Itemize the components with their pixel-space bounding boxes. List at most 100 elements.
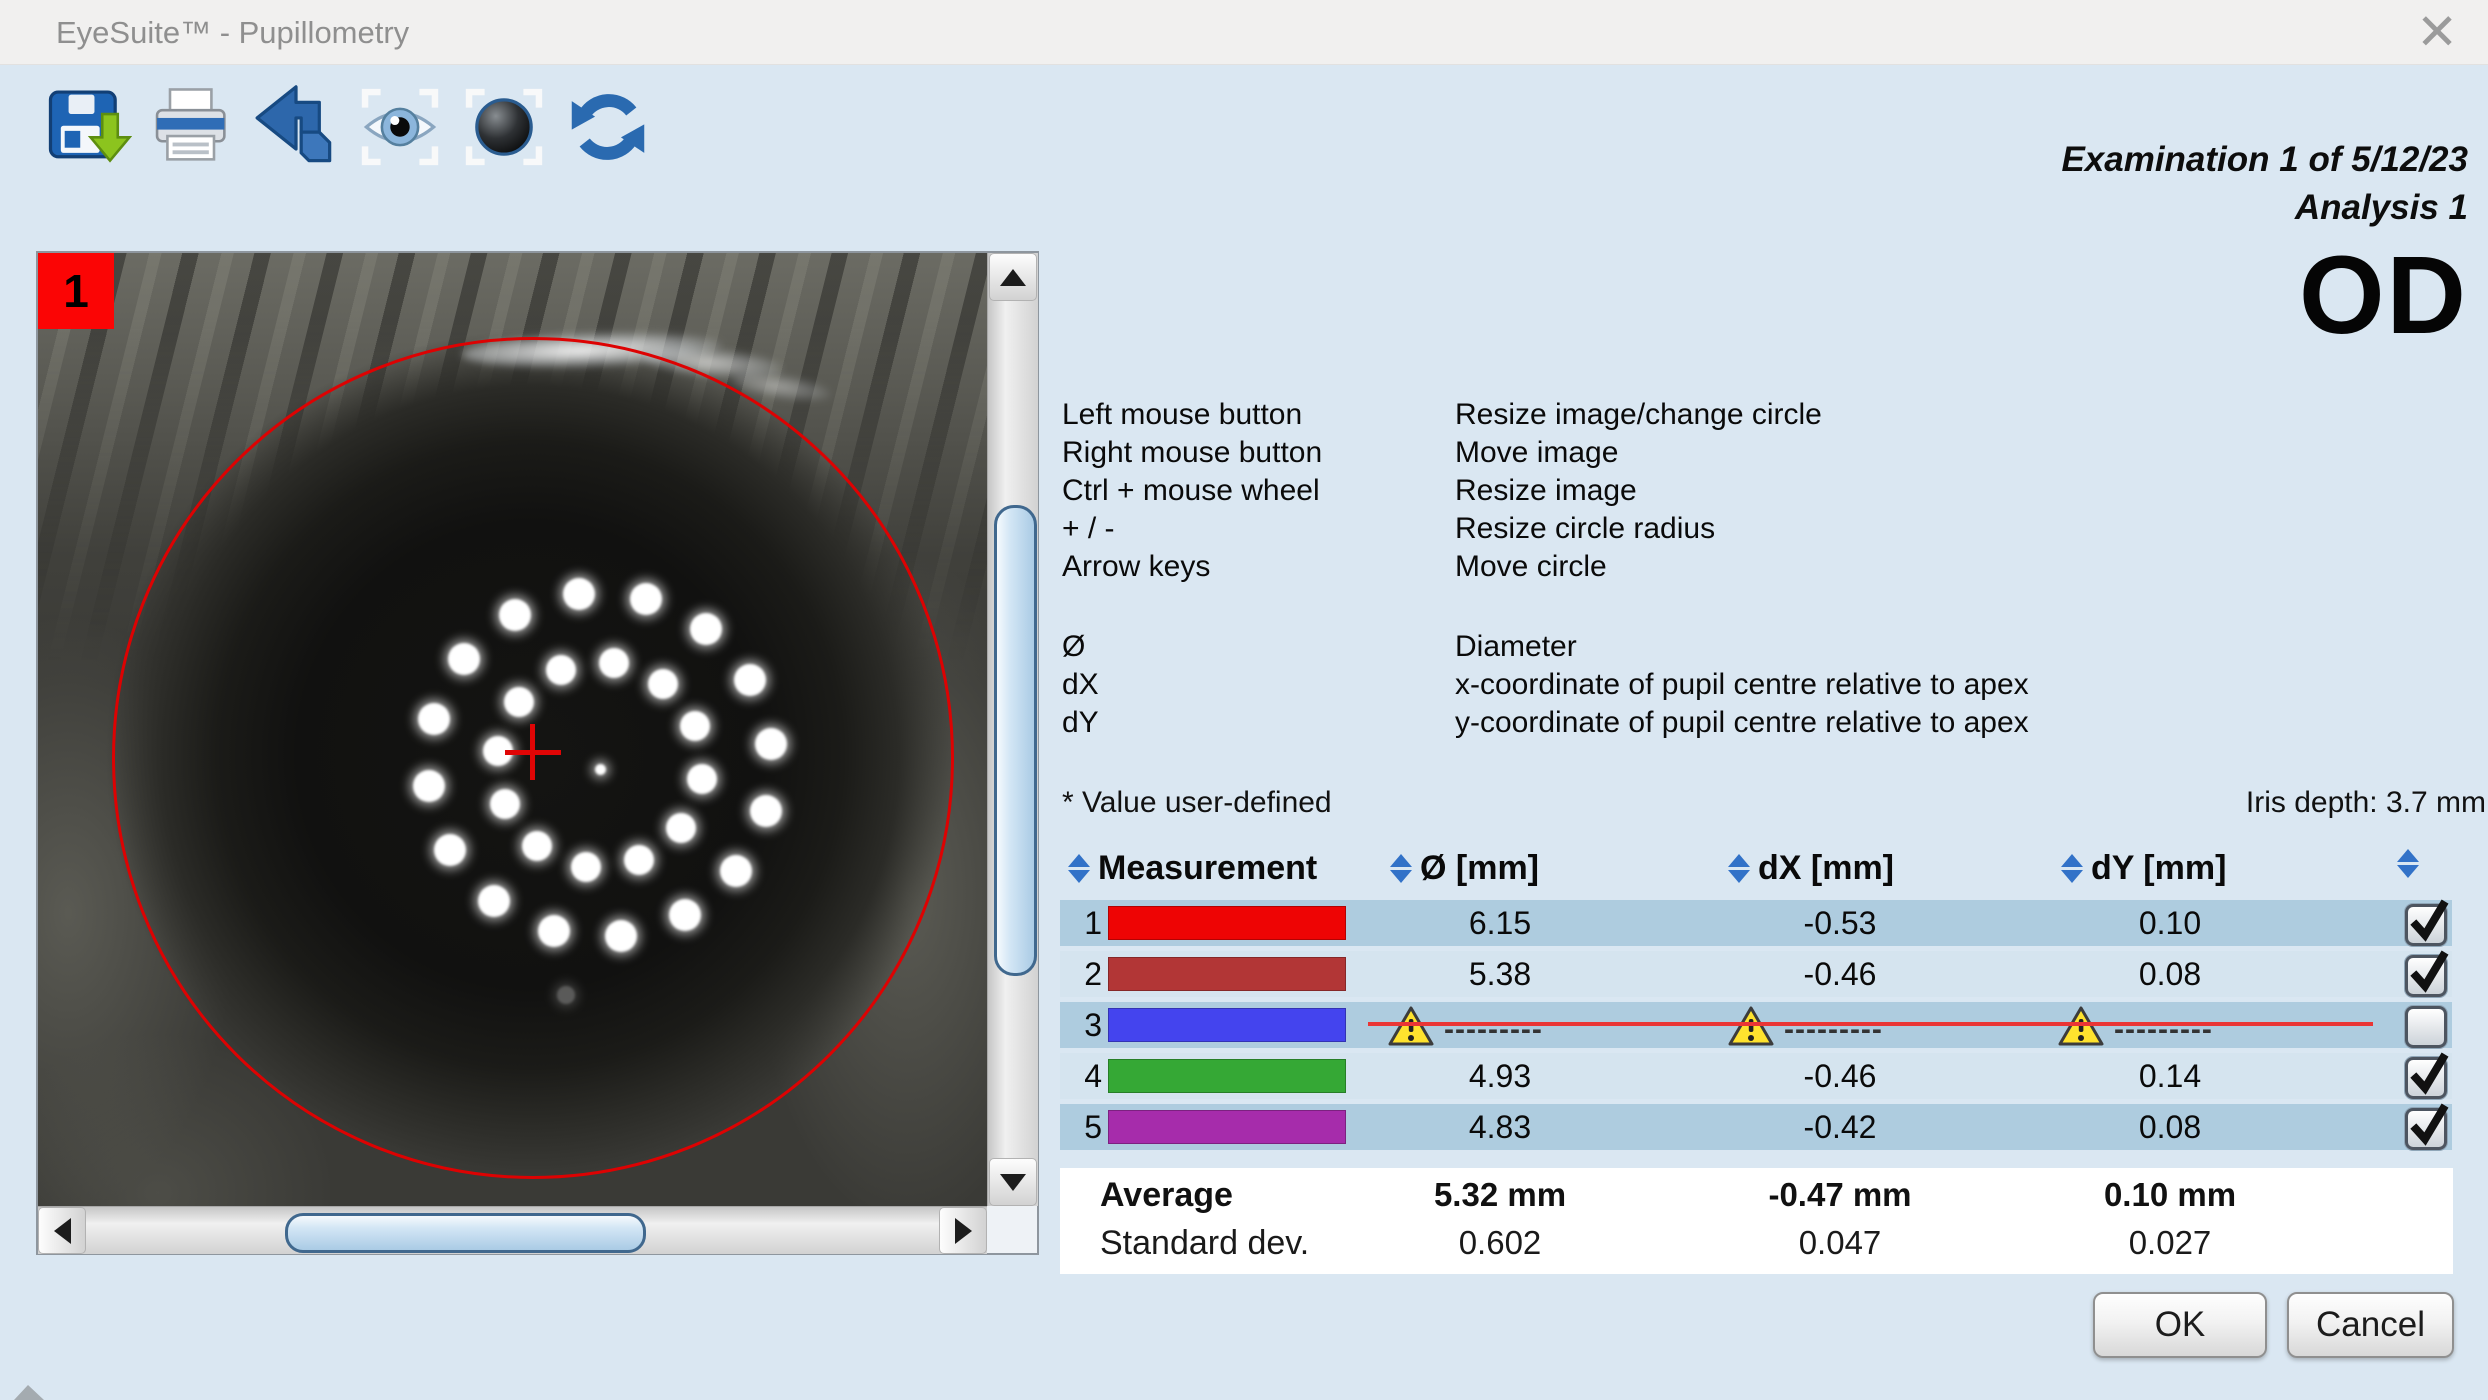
pupil-detect-button[interactable] — [460, 82, 548, 176]
check-mark-icon — [2410, 1099, 2450, 1143]
scroll-down-button[interactable] — [989, 1158, 1037, 1206]
arrow-down-icon — [1000, 1174, 1026, 1191]
help-action: Resize image/change circle — [1455, 398, 1822, 432]
column-header-selected[interactable] — [2397, 849, 2419, 878]
column-header-dy[interactable]: dY [mm] — [2061, 849, 2226, 888]
include-checkbox[interactable] — [2405, 1108, 2447, 1150]
column-header-dx[interactable]: dX [mm] — [1728, 849, 1894, 888]
led-dot — [557, 986, 575, 1004]
eye-side-label: OD — [2299, 246, 2468, 346]
sort-icon[interactable] — [2397, 849, 2419, 878]
include-checkbox[interactable] — [2405, 1006, 2447, 1048]
help-control: Arrow keys — [1062, 550, 1210, 584]
measurement-row[interactable]: 16.15-0.530.10 — [1060, 900, 2452, 946]
excluded-strikethrough — [1368, 1022, 2373, 1026]
horizontal-scrollbar[interactable] — [38, 1206, 987, 1254]
sort-icon[interactable] — [1068, 854, 1090, 883]
measurement-color-cell — [1108, 1008, 1346, 1042]
image-number-badge: 1 — [38, 253, 114, 329]
row-number: 5 — [1060, 1104, 1102, 1150]
print-button[interactable] — [148, 82, 236, 176]
vertical-scrollbar[interactable] — [987, 253, 1038, 1206]
stddev-dy: 0.027 — [2050, 1224, 2290, 1262]
measurement-row[interactable]: 44.93-0.460.14 — [1060, 1053, 2452, 1099]
exam-header: Examination 1 of 5/12/23 Analysis 1 OD — [2061, 136, 2468, 346]
diameter-value: 5.38 — [1380, 951, 1620, 997]
eye-detect-button[interactable] — [356, 82, 444, 176]
undo-button[interactable] — [252, 82, 340, 176]
stddev-dx: 0.047 — [1720, 1224, 1960, 1262]
refresh-icon — [564, 83, 652, 176]
measurement-row[interactable]: 25.38-0.460.08 — [1060, 951, 2452, 997]
vertical-scroll-thumb[interactable] — [994, 505, 1037, 976]
analysis-label: Analysis 1 — [2295, 184, 2468, 232]
header-label: dY [mm] — [2091, 849, 2226, 888]
close-icon[interactable]: ✕ — [2416, 2, 2458, 62]
header-label: Measurement — [1098, 849, 1317, 888]
include-checkbox[interactable] — [2405, 904, 2447, 946]
legend-symbol: dX — [1062, 668, 1099, 702]
dy-value: 0.08 — [2050, 1104, 2290, 1150]
warning-icon — [1388, 1005, 1434, 1047]
average-diameter: 5.32 mm — [1380, 1176, 1620, 1214]
help-control: + / - — [1062, 512, 1115, 546]
horizontal-scroll-thumb[interactable] — [285, 1213, 646, 1253]
warning-icon — [1728, 1005, 1774, 1047]
led-dot — [720, 855, 752, 887]
column-header-diameter[interactable]: Ø [mm] — [1390, 849, 1539, 888]
mouse-help-block: Left mouse buttonResize image/change cir… — [1062, 398, 2462, 588]
help-action: Resize circle radius — [1455, 512, 1715, 546]
header-label: Ø [mm] — [1420, 849, 1539, 888]
measurement-color-cell — [1108, 1110, 1346, 1144]
examination-label: Examination 1 of 5/12/23 — [2061, 136, 2468, 184]
row-number: 3 — [1060, 1002, 1102, 1048]
pupil-icon — [460, 83, 548, 176]
measurement-color-bar — [1108, 1110, 1346, 1144]
led-dot — [538, 915, 570, 947]
arrow-left-icon — [54, 1218, 71, 1244]
table-body: 16.15-0.530.1025.38-0.460.083-----------… — [1060, 900, 2452, 1150]
ok-button[interactable]: OK — [2093, 1292, 2267, 1358]
eye-icon — [356, 83, 444, 176]
stddev-diameter: 0.602 — [1380, 1224, 1620, 1262]
row-number: 2 — [1060, 951, 1102, 997]
symbol-legend: ØDiameter dXx-coordinate of pupil centre… — [1062, 630, 2462, 744]
legend-description: Diameter — [1455, 630, 1577, 664]
column-header-measurement[interactable]: Measurement — [1068, 849, 1317, 888]
led-dot — [605, 920, 637, 952]
led-dot — [669, 899, 701, 931]
legend-symbol: dY — [1062, 706, 1099, 740]
sort-icon[interactable] — [1390, 854, 1412, 883]
include-checkbox[interactable] — [2405, 1057, 2447, 1099]
led-dot — [478, 885, 510, 917]
legend-description: x-coordinate of pupil centre relative to… — [1455, 668, 2029, 702]
measurement-row[interactable]: 54.83-0.420.08 — [1060, 1104, 2452, 1150]
scroll-right-button[interactable] — [939, 1207, 987, 1254]
led-dot — [504, 687, 534, 717]
led-dot — [630, 583, 662, 615]
stddev-label: Standard dev. — [1100, 1224, 1309, 1263]
sort-icon[interactable] — [2061, 854, 2083, 883]
led-dot — [522, 831, 552, 861]
scroll-left-button[interactable] — [38, 1207, 86, 1254]
eye-image[interactable]: 1 — [38, 253, 987, 1206]
led-dot — [546, 655, 576, 685]
cancel-button[interactable]: Cancel — [2287, 1292, 2454, 1358]
stddev-row: Standard dev. 0.602 0.047 0.027 — [1060, 1216, 2453, 1264]
summary-panel: Average 5.32 mm -0.47 mm 0.10 mm Standar… — [1060, 1168, 2453, 1274]
led-dot — [595, 764, 606, 775]
reset-button[interactable] — [564, 82, 652, 176]
measurement-row[interactable]: 3--------------------------- — [1060, 1002, 2452, 1048]
dx-value: -0.42 — [1720, 1104, 1960, 1150]
scroll-up-button[interactable] — [989, 253, 1037, 301]
diameter-value: 6.15 — [1380, 900, 1620, 946]
include-checkbox[interactable] — [2405, 955, 2447, 997]
table-header-row: Measurement Ø [mm] dX [mm] dY [mm] — [1060, 845, 2452, 895]
save-button[interactable] — [44, 82, 132, 176]
measurement-color-cell — [1108, 957, 1346, 991]
sort-icon[interactable] — [1728, 854, 1750, 883]
undo-arrow-icon — [252, 83, 340, 176]
help-action: Move image — [1455, 436, 1618, 470]
dy-value: 0.14 — [2050, 1053, 2290, 1099]
measurement-table: Measurement Ø [mm] dX [mm] dY [mm] 16.15… — [1060, 845, 2452, 1155]
